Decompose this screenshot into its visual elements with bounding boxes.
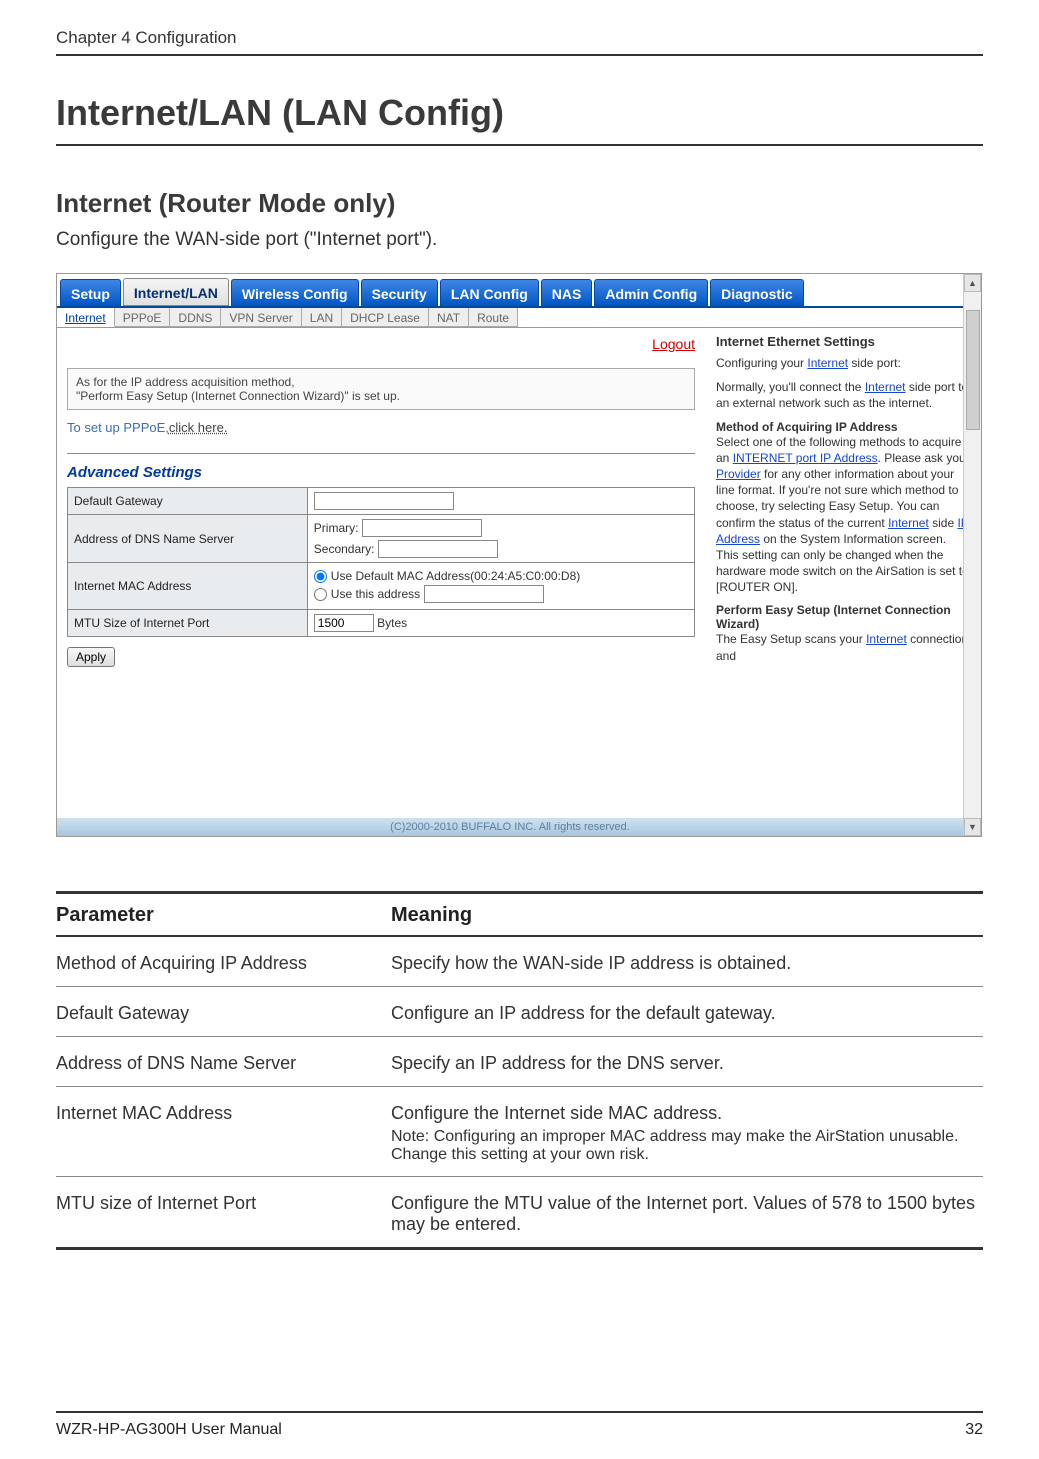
mac-default-radio[interactable] (314, 570, 327, 583)
subtab-vpn-server[interactable]: VPN Server (221, 308, 301, 327)
param-name: Default Gateway (56, 1003, 391, 1024)
dns-secondary-label: Secondary: (314, 542, 375, 556)
dns-primary-label: Primary: (314, 521, 359, 535)
help-title: Internet Ethernet Settings (716, 334, 971, 349)
footer-page-number: 32 (965, 1421, 983, 1439)
tab-nas[interactable]: NAS (541, 279, 593, 306)
help-subhead-1: Method of Acquiring IP Address (716, 420, 971, 434)
tab-wireless-config[interactable]: Wireless Config (231, 279, 359, 306)
help-link-internet-2[interactable]: Internet (865, 380, 906, 394)
pppoe-click-here-link[interactable]: click here. (169, 420, 228, 435)
subtab-pppoe[interactable]: PPPoE (115, 308, 171, 327)
param-header-meaning: Meaning (391, 904, 472, 927)
basic-info-line2: "Perform Easy Setup (Internet Connection… (76, 389, 686, 403)
table-row: Internet MAC Address Configure the Inter… (56, 1087, 983, 1177)
screenshot-copyright: (C)2000-2010 BUFFALO INC. All rights res… (57, 818, 963, 836)
dns-secondary-input[interactable] (378, 540, 498, 558)
section-title: Internet (Router Mode only) (56, 188, 983, 219)
tab-admin-config[interactable]: Admin Config (594, 279, 708, 306)
param-name: Internet MAC Address (56, 1103, 391, 1164)
help-link-internet-port[interactable]: INTERNET port (733, 451, 817, 465)
param-name: Address of DNS Name Server (56, 1053, 391, 1074)
screenshot-panel: Setup Internet/LAN Wireless Config Secur… (56, 273, 982, 837)
param-meaning: Configure the MTU value of the Internet … (391, 1193, 983, 1235)
subtab-internet[interactable]: Internet (57, 308, 115, 327)
help-subhead-2: Perform Easy Setup (Internet Connection … (716, 603, 971, 631)
help-link-internet-1[interactable]: Internet (807, 356, 848, 370)
logout-link[interactable]: Logout (652, 336, 695, 352)
divider (67, 453, 695, 454)
label-mac: Internet MAC Address (68, 563, 308, 610)
help-p3d: side (929, 516, 958, 530)
tab-lan-config[interactable]: LAN Config (440, 279, 539, 306)
scroll-down-icon[interactable]: ▼ (964, 818, 981, 836)
param-header-parameter: Parameter (56, 904, 391, 927)
mac-custom-label: Use this address (331, 587, 420, 601)
note-label: Note: (391, 1128, 429, 1145)
sub-tab-bar: Internet PPPoE DDNS VPN Server LAN DHCP … (57, 306, 981, 328)
apply-button[interactable]: Apply (67, 647, 115, 667)
table-row: Method of Acquiring IP Address Specify h… (56, 937, 983, 987)
table-row: Address of DNS Name Server Specify an IP… (56, 1037, 983, 1087)
tab-setup[interactable]: Setup (60, 279, 121, 306)
help-p2a: Normally, you'll connect the (716, 380, 865, 394)
chapter-header: Chapter 4 Configuration (56, 28, 983, 56)
help-link-internet-4[interactable]: Internet (866, 632, 907, 646)
footer-manual-name: WZR-HP-AG300H User Manual (56, 1421, 282, 1439)
dns-primary-input[interactable] (362, 519, 482, 537)
label-mtu: MTU Size of Internet Port (68, 610, 308, 637)
table-row: Default Gateway Configure an IP address … (56, 987, 983, 1037)
mtu-input[interactable] (314, 614, 374, 632)
default-gateway-input[interactable] (314, 492, 454, 510)
help-link-internet-3[interactable]: Internet (888, 516, 929, 530)
basic-info-line1: As for the IP address acquisition method… (76, 375, 686, 389)
param-name: Method of Acquiring IP Address (56, 953, 391, 974)
page-footer: WZR-HP-AG300H User Manual 32 (56, 1411, 983, 1439)
mtu-unit: Bytes (377, 616, 407, 630)
pppoe-prefix: To set up PPPoE, (67, 420, 169, 435)
basic-info-box: As for the IP address acquisition method… (67, 368, 695, 410)
left-pane: Logout As for the IP address acquisition… (57, 328, 705, 836)
param-meaning: Specify how the WAN-side IP address is o… (391, 953, 983, 974)
help-p3b: . Please ask your (878, 451, 970, 465)
help-p1b: side port: (848, 356, 901, 370)
main-tab-bar: Setup Internet/LAN Wireless Config Secur… (57, 274, 981, 306)
label-dns: Address of DNS Name Server (68, 515, 308, 563)
subtab-lan[interactable]: LAN (302, 308, 342, 327)
param-meaning: Configure an IP address for the default … (391, 1003, 983, 1024)
help-link-ip-address-1[interactable]: IP Address (816, 451, 877, 465)
param-name: MTU size of Internet Port (56, 1193, 391, 1235)
page-title: Internet/LAN (LAN Config) (56, 92, 983, 146)
help-link-provider[interactable]: Provider (716, 467, 761, 481)
table-row: MTU size of Internet Port Configure the … (56, 1177, 983, 1247)
subtab-ddns[interactable]: DDNS (170, 308, 221, 327)
lead-text: Configure the WAN-side port ("Internet p… (56, 229, 983, 251)
mac-custom-radio[interactable] (314, 588, 327, 601)
help-p4a: The Easy Setup scans your (716, 632, 866, 646)
scrollbar-thumb[interactable] (966, 310, 980, 430)
advanced-settings-table: Default Gateway Address of DNS Name Serv… (67, 487, 695, 637)
subtab-dhcp-lease[interactable]: DHCP Lease (342, 308, 429, 327)
help-p1a: Configuring your (716, 356, 807, 370)
tab-internet-lan[interactable]: Internet/LAN (123, 278, 229, 306)
label-default-gateway: Default Gateway (68, 488, 308, 515)
mac-default-label: Use Default MAC Address(00:24:A5:C0:00:D… (331, 569, 580, 583)
subtab-route[interactable]: Route (469, 308, 518, 327)
mac-custom-input[interactable] (424, 585, 544, 603)
tab-security[interactable]: Security (361, 279, 438, 306)
subtab-nat[interactable]: NAT (429, 308, 469, 327)
param-meaning: Specify an IP address for the DNS server… (391, 1053, 983, 1074)
note-text: Configuring an improper MAC address may … (391, 1128, 958, 1163)
help-pane: Internet Ethernet Settings Configuring y… (705, 328, 981, 836)
param-meaning: Configure the Internet side MAC address. (391, 1103, 983, 1124)
parameter-table: Parameter Meaning Method of Acquiring IP… (56, 891, 983, 1250)
scrollbar[interactable]: ▲ ▼ (963, 274, 981, 836)
tab-diagnostic[interactable]: Diagnostic (710, 279, 804, 306)
scroll-up-icon[interactable]: ▲ (964, 274, 981, 292)
advanced-settings-title: Advanced Settings (67, 464, 695, 481)
